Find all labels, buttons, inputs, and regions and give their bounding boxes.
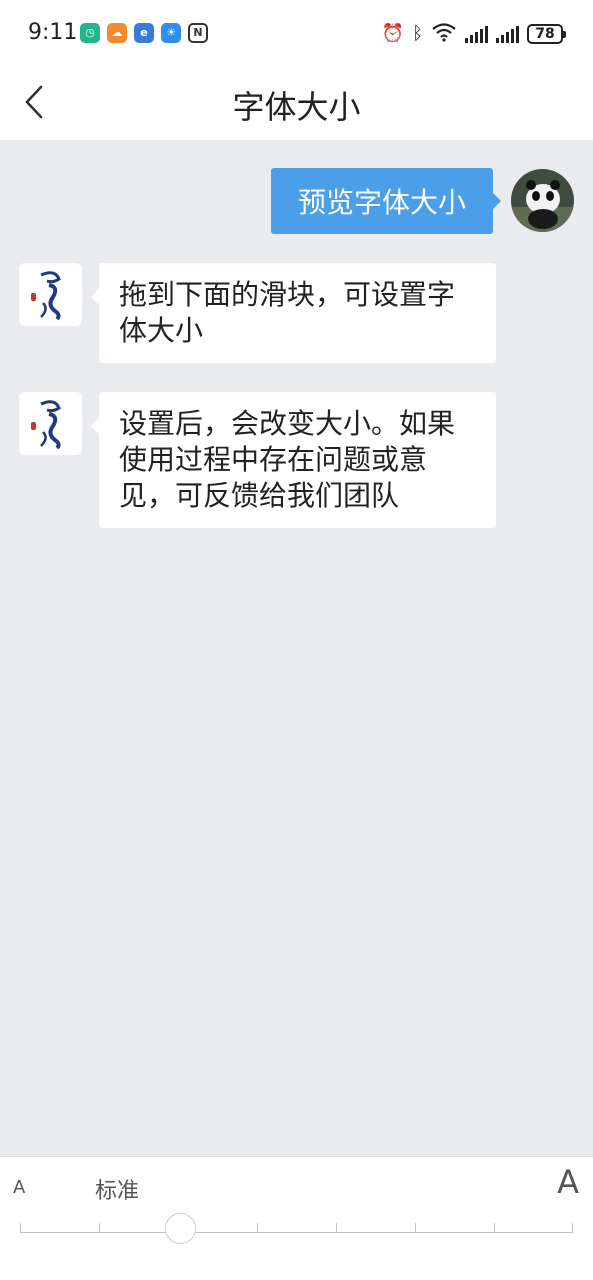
slider-tick[interactable] (494, 1223, 495, 1233)
assistant-message-bubble: 拖到下面的滑块，可设置字体大小 (91, 263, 496, 363)
slider-tick[interactable] (572, 1223, 573, 1233)
assistant-avatar[interactable] (19, 263, 82, 326)
calligraphy-logo-icon (31, 400, 61, 450)
assistant-avatar[interactable] (19, 392, 82, 455)
status-time: 9:11 (28, 20, 78, 45)
assistant-message-bubble: 设置后，会改变大小。如果使用过程中存在问题或意见，可反馈给我们团队 (91, 392, 496, 528)
weather-app-icon: ☀ (161, 23, 181, 43)
bluetooth-icon: ᛒ (412, 23, 423, 44)
font-size-panel: A 标准 A (0, 1156, 593, 1280)
nav-bar: 字体大小 (0, 66, 593, 140)
slider-tick[interactable] (257, 1223, 258, 1233)
font-size-slider-track[interactable] (20, 1232, 573, 1233)
slider-tick[interactable] (336, 1223, 337, 1233)
xiaomi-app-icon: ◷ (80, 23, 100, 43)
user-message-bubble: 预览字体大小 (271, 168, 501, 234)
status-bar: 9:11 ◷ ☁ e ☀ N ⏰ ᛒ 78 (0, 0, 593, 66)
user-avatar[interactable] (511, 169, 574, 232)
small-font-label: A (13, 1177, 26, 1198)
wifi-icon (431, 22, 457, 46)
game-app-icon: e (134, 23, 154, 43)
chat-app-icon: ☁ (107, 23, 127, 43)
notification-icons: ◷ ☁ e ☀ N (80, 23, 208, 43)
slider-tick[interactable] (415, 1223, 416, 1233)
nfc-icon: N (188, 23, 208, 43)
battery-icon: 78 (527, 24, 566, 44)
status-right: ⏰ ᛒ 78 (381, 22, 566, 46)
signal-icon-2 (496, 25, 519, 43)
panda-avatar-icon (511, 169, 574, 232)
current-size-label: 标准 (95, 1179, 140, 1204)
font-size-slider-knob[interactable] (165, 1213, 196, 1244)
alarm-icon: ⏰ (381, 23, 405, 44)
signal-icon-1 (465, 25, 488, 43)
slider-tick[interactable] (20, 1223, 21, 1233)
battery-level: 78 (535, 26, 555, 42)
calligraphy-logo-icon (31, 271, 61, 321)
large-font-label: A (557, 1163, 579, 1201)
slider-tick[interactable] (99, 1223, 100, 1233)
page-title: 字体大小 (232, 88, 361, 126)
